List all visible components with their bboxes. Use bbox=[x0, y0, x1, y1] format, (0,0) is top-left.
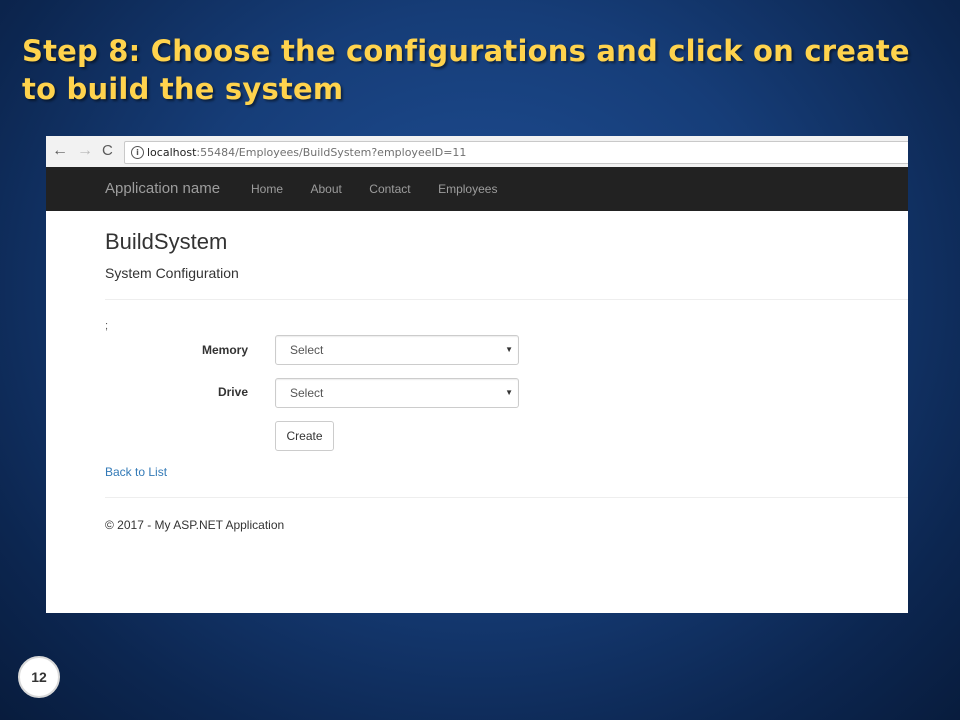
address-bar[interactable]: i localhost:55484/Employees/BuildSystem?… bbox=[124, 141, 908, 164]
app-navbar: Application name Home About Contact Empl… bbox=[46, 167, 908, 211]
info-icon[interactable]: i bbox=[131, 146, 144, 159]
navbar-brand[interactable]: Application name bbox=[105, 167, 220, 211]
url-host: localhost bbox=[147, 146, 197, 159]
navbar-links: Home About Contact Employees bbox=[251, 167, 520, 211]
forward-arrow-icon[interactable]: → bbox=[77, 141, 93, 161]
url-path: :55484/Employees/BuildSystem?employeeID=… bbox=[196, 146, 467, 159]
memory-select-value: Select bbox=[290, 343, 324, 357]
divider bbox=[105, 299, 908, 300]
browser-screenshot: ← → C i localhost:55484/Employees/BuildS… bbox=[46, 136, 908, 613]
nav-link-contact[interactable]: Contact bbox=[369, 167, 410, 211]
reload-icon[interactable]: C bbox=[102, 141, 113, 161]
back-arrow-icon[interactable]: ← bbox=[52, 141, 68, 161]
url-text: localhost:55484/Employees/BuildSystem?em… bbox=[147, 142, 466, 163]
nav-link-home[interactable]: Home bbox=[251, 167, 283, 211]
memory-select[interactable]: Select ▼ bbox=[275, 335, 519, 365]
slide-number: 12 bbox=[18, 656, 60, 698]
back-to-list-link[interactable]: Back to List bbox=[105, 465, 167, 479]
footer-text: © 2017 - My ASP.NET Application bbox=[105, 518, 285, 532]
nav-link-about[interactable]: About bbox=[310, 167, 341, 211]
create-button[interactable]: Create bbox=[275, 421, 334, 451]
chevron-down-icon: ▼ bbox=[505, 345, 513, 354]
memory-label: Memory bbox=[201, 343, 248, 357]
drive-select-value: Select bbox=[290, 386, 324, 400]
page-subtitle: System Configuration bbox=[105, 265, 239, 281]
footer-divider bbox=[105, 497, 908, 498]
stray-text: ; bbox=[105, 320, 109, 332]
chevron-down-icon: ▼ bbox=[505, 388, 513, 397]
page-title: BuildSystem bbox=[105, 229, 228, 254]
drive-label: Drive bbox=[217, 385, 248, 399]
browser-toolbar: ← → C i localhost:55484/Employees/BuildS… bbox=[46, 136, 908, 168]
nav-link-employees[interactable]: Employees bbox=[438, 167, 497, 211]
slide-title: Step 8: Choose the configurations and cl… bbox=[22, 34, 910, 106]
drive-select[interactable]: Select ▼ bbox=[275, 378, 519, 408]
